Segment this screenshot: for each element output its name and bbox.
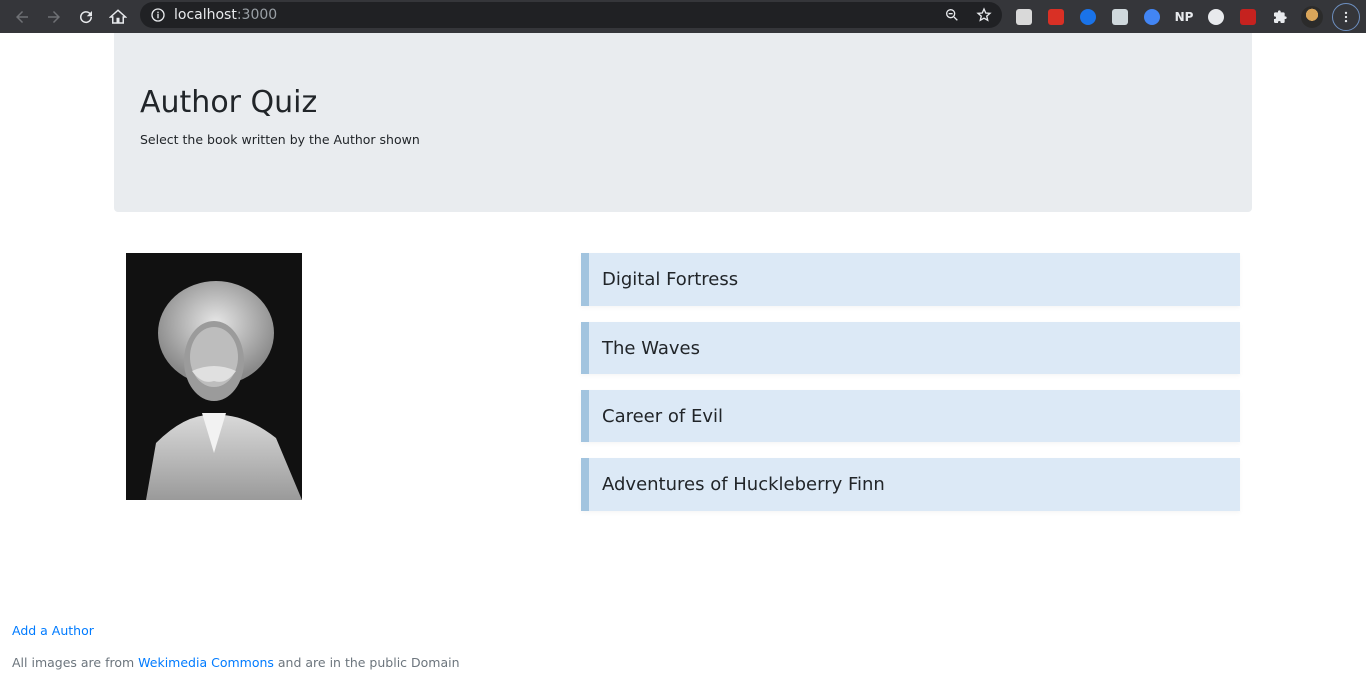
home-icon [109, 8, 127, 24]
answer-title: The Waves [602, 337, 700, 359]
puzzle-extensions-icon[interactable] [1268, 5, 1292, 29]
answer-title: Career of Evil [602, 405, 723, 427]
answer-title: Adventures of Huckleberry Finn [602, 474, 885, 495]
home-button[interactable] [102, 3, 134, 31]
kebab-menu-icon [1344, 11, 1348, 23]
zoom-icon[interactable] [942, 5, 962, 25]
reload-button[interactable] [70, 3, 102, 31]
arrow-left-icon [16, 10, 28, 23]
browser-menu-button[interactable] [1332, 3, 1360, 31]
glasses-extension-icon[interactable] [1140, 5, 1164, 29]
add-author-link[interactable]: Add a Author [12, 623, 94, 638]
wikimedia-commons-link[interactable]: Wekimedia Commons [138, 655, 274, 670]
block-extension-icon[interactable] [1204, 5, 1228, 29]
author-portrait [126, 253, 302, 500]
answer-option[interactable]: Adventures of Huckleberry Finn [581, 458, 1240, 511]
extensions-bar: NP [1012, 3, 1360, 31]
window-extension-icon[interactable] [1108, 5, 1132, 29]
answer-option[interactable]: The Waves [581, 322, 1240, 374]
back-button[interactable] [6, 3, 38, 31]
answer-option[interactable]: Career of Evil [581, 390, 1240, 442]
red-play-extension-icon[interactable] [1044, 5, 1068, 29]
cube-extension-icon[interactable] [1012, 5, 1036, 29]
profile-avatar[interactable] [1300, 5, 1324, 29]
answer-option[interactable]: Digital Fortress [581, 253, 1240, 306]
note-prefix: All images are from [12, 655, 135, 670]
note-suffix: and are in the public Domain [277, 655, 460, 670]
arrow-right-icon [48, 10, 60, 23]
np-extension-icon[interactable]: NP [1172, 5, 1196, 29]
bookmark-star-icon[interactable] [974, 5, 994, 25]
page-title: Author Quiz [140, 85, 318, 120]
forward-button[interactable] [38, 3, 70, 31]
quiz-header: Author Quiz Select the book written by t… [114, 33, 1252, 212]
answer-list: Digital Fortress The Waves Career of Evi… [581, 253, 1240, 527]
address-bar[interactable]: localhost:3000 [140, 2, 1002, 28]
image-credit-note: All images are from Wekimedia Commons an… [12, 655, 460, 670]
page-subtitle: Select the book written by the Author sh… [140, 132, 420, 147]
blue-c-extension-icon[interactable] [1076, 5, 1100, 29]
url-text[interactable]: localhost:3000 [174, 7, 277, 23]
info-icon[interactable] [150, 7, 166, 23]
answer-title: Digital Fortress [602, 269, 739, 290]
reload-icon [80, 10, 93, 23]
browser-toolbar: localhost:3000 NP [0, 0, 1366, 33]
red-puzzle-extension-icon[interactable] [1236, 5, 1260, 29]
